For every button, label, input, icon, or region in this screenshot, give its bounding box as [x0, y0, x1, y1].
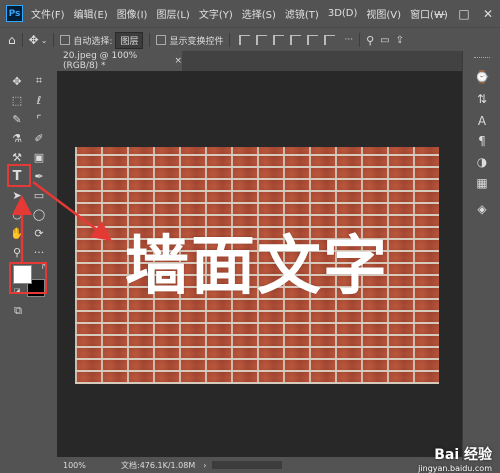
divider	[149, 33, 151, 47]
path-select-icon[interactable]: ➤	[9, 187, 25, 203]
workspace-icon[interactable]: ▭	[380, 35, 389, 46]
menu-file[interactable]: 文件(F)	[31, 6, 65, 21]
paragraph-icon[interactable]: ¶	[474, 133, 490, 149]
lasso-icon[interactable]: ℓ	[31, 92, 47, 108]
artboard-icon[interactable]: ⌗	[31, 73, 47, 89]
type-tool-highlight	[7, 164, 31, 187]
panel-grip[interactable]	[474, 57, 490, 60]
swatches-icon[interactable]: ▦	[474, 175, 490, 191]
layers-icon[interactable]: ◈	[474, 201, 490, 217]
canvas-text: 墙面文字	[125, 230, 389, 304]
share-icon[interactable]: ⇪	[396, 35, 404, 46]
more-icon[interactable]: ···	[31, 244, 47, 260]
rectangle-icon[interactable]: ▭	[31, 187, 47, 203]
minimize-button[interactable]: —	[428, 0, 452, 27]
zoom-icon[interactable]: ⚲	[9, 244, 25, 260]
zoom-level[interactable]: 100%	[57, 461, 95, 470]
ellipse-icon[interactable]: ○	[9, 206, 25, 222]
menu-image[interactable]: 图像(I)	[117, 6, 148, 21]
align-middle-icon[interactable]	[307, 35, 319, 45]
auto-select-label: 自动选择:	[73, 36, 113, 47]
menu-filter[interactable]: 滤镜(T)	[285, 6, 319, 21]
adjust-icon[interactable]: ⇅	[474, 91, 490, 107]
show-transform-label: 显示变换控件	[169, 36, 224, 47]
horizontal-scrollbar[interactable]	[212, 461, 283, 469]
ellipse-tool-icon[interactable]: ◯	[31, 206, 47, 222]
search-icon[interactable]: ⚲	[366, 34, 374, 47]
divider	[359, 33, 361, 47]
close-tab-icon[interactable]: ×	[174, 56, 182, 66]
photoshop-logo: Ps	[6, 5, 23, 22]
hand-icon[interactable]: ✋	[9, 225, 25, 241]
show-transform-checkbox[interactable]	[156, 35, 167, 45]
stamp-icon[interactable]: ⚒	[9, 149, 25, 165]
divider	[21, 33, 23, 47]
align-left-icon[interactable]	[239, 35, 251, 45]
divider	[229, 33, 231, 47]
align-bottom-icon[interactable]	[324, 35, 336, 45]
menu-edit[interactable]: 编辑(E)	[74, 6, 108, 21]
document-canvas[interactable]: 墙面文字	[75, 147, 439, 384]
menu-view[interactable]: 视图(V)	[366, 6, 401, 21]
document-info: 文档:476.1K/1.08M	[121, 460, 196, 470]
rotate-icon[interactable]: ⟳	[31, 225, 47, 241]
maximize-button[interactable]: □	[452, 0, 476, 27]
eyedropper-icon[interactable]: ⚗	[9, 130, 25, 146]
close-button[interactable]: ✕	[476, 0, 500, 27]
gradient-icon[interactable]: ▣	[31, 149, 47, 165]
pen-icon[interactable]: ✒	[31, 168, 47, 184]
auto-select-dropdown[interactable]: 图层	[115, 31, 144, 49]
tab-document[interactable]: 20.jpeg @ 100%(RGB/8) * ×	[57, 51, 182, 71]
chevron-down-icon[interactable]: ⌄	[41, 36, 48, 45]
watermark-url: jingyan.baidu.com	[418, 464, 492, 473]
watermark-brand: Bai 经验	[434, 447, 492, 463]
right-panel: ⌚ ⇅ A ¶ ◑ ▦ ◈	[462, 51, 500, 461]
screen-mode-icon[interactable]: ⧉	[10, 303, 26, 319]
home-icon[interactable]: ⌂	[8, 33, 16, 47]
marquee-icon[interactable]: ⬚	[9, 92, 25, 108]
foreground-color-swatch[interactable]	[13, 265, 32, 284]
color-icon[interactable]: ◑	[474, 154, 490, 170]
document-tabs: 20.jpeg @ 100%(RGB/8) * ×	[57, 51, 462, 71]
options-bar: ⌂ ✥ ⌄ 自动选择: 图层 显示变换控件 ··· ⚲ ▭ ⇪	[0, 27, 500, 53]
tab-title: 20.jpeg @ 100%(RGB/8) *	[63, 51, 138, 71]
crop-icon[interactable]: ⌜	[31, 111, 47, 127]
tools-panel: ✥ ⌗ ⬚ ℓ ✎ ⌜ ⚗ ✐ ⚒ ▣ T ✒ ➤ ▭ ○ ◯ ✋ ⟳ ⚲ ··…	[0, 51, 58, 461]
move-icon[interactable]: ✥	[9, 73, 25, 89]
menu-select[interactable]: 选择(S)	[242, 6, 276, 21]
align-center-icon[interactable]	[256, 35, 268, 45]
auto-select-checkbox[interactable]	[60, 35, 71, 45]
align-right-icon[interactable]	[273, 35, 285, 45]
menu-bar: Ps 文件(F) 编辑(E) 图像(I) 图层(L) 文字(Y) 选择(S) 滤…	[0, 0, 500, 27]
divider	[53, 33, 55, 47]
menu-layer[interactable]: 图层(L)	[156, 6, 189, 21]
menu-3d[interactable]: 3D(D)	[328, 8, 358, 19]
status-bar: 100% 文档:476.1K/1.08M ›	[57, 457, 462, 473]
align-top-icon[interactable]	[290, 35, 302, 45]
canvas-area[interactable]: 墙面文字	[57, 71, 462, 457]
quick-select-icon[interactable]: ✎	[9, 111, 25, 127]
move-tool-preset-icon[interactable]: ✥	[29, 33, 39, 47]
character-icon[interactable]: A	[474, 113, 490, 129]
history-icon[interactable]: ⌚	[474, 69, 490, 85]
status-arrow[interactable]: ›	[203, 461, 206, 470]
menu-type[interactable]: 文字(Y)	[199, 6, 233, 21]
more-options-icon[interactable]: ···	[344, 35, 353, 45]
brush-icon[interactable]: ✐	[31, 130, 47, 146]
watermark: Bai 经验 jingyan.baidu.com	[418, 444, 492, 473]
